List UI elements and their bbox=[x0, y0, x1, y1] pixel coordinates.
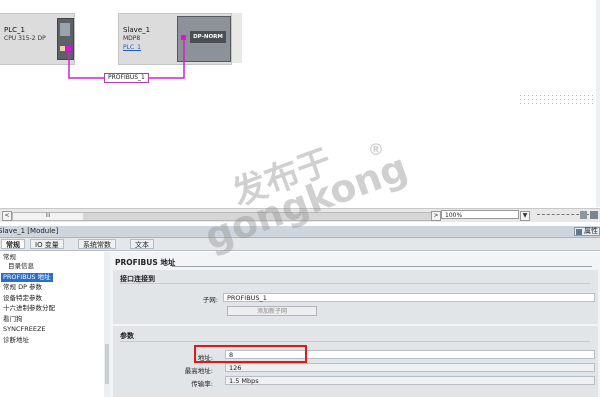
nav-item-general[interactable]: 常规 bbox=[3, 253, 16, 262]
properties-tab[interactable]: 属性 bbox=[574, 227, 600, 236]
profibus-label[interactable]: PROFIBUS_1 bbox=[104, 73, 149, 83]
inspector-title: Slave_1 [Module] bbox=[0, 227, 59, 235]
watermark-mark: ® bbox=[368, 140, 384, 159]
overview-icon[interactable] bbox=[590, 211, 598, 219]
subnet-select[interactable]: PROFIBUS_1 bbox=[223, 293, 595, 302]
nav-item-catalog-info[interactable]: 目录信息 bbox=[8, 262, 34, 271]
zoom-select[interactable]: 100% bbox=[441, 210, 519, 219]
tab-io-tags[interactable]: IO 变量 bbox=[30, 239, 64, 249]
page-title: PROFIBUS 地址 bbox=[115, 258, 176, 267]
transmission-rate-label: 传输率: bbox=[191, 380, 213, 388]
nav-item-general-dp-params[interactable]: 常规 DP 参数 bbox=[3, 283, 42, 292]
inspector-content: PROFIBUS 地址 接口连接到 子网: PROFIBUS_1 添加新子网 参… bbox=[110, 252, 600, 397]
address-highlight-box bbox=[194, 345, 307, 363]
properties-label: 属性 bbox=[584, 227, 598, 235]
highest-address-label: 最高地址: bbox=[184, 367, 213, 375]
nav-item-syncfreeze[interactable]: SYNCFREEZE bbox=[3, 325, 46, 334]
nav-item-diag-address[interactable]: 诊断地址 bbox=[3, 336, 29, 345]
subnet-label: 子网: bbox=[202, 296, 218, 304]
tab-texts[interactable]: 文本 bbox=[130, 239, 154, 249]
nav-item-device-params[interactable]: 设备特定参数 bbox=[3, 294, 42, 303]
params-section-title: 参数 bbox=[120, 332, 134, 340]
properties-icon bbox=[576, 229, 582, 235]
zoom-slider-handle[interactable] bbox=[580, 211, 587, 219]
tab-system-constants[interactable]: 系统常数 bbox=[78, 239, 116, 249]
zoom-dropdown-icon[interactable]: ▼ bbox=[520, 211, 530, 221]
vertical-scrollbar[interactable] bbox=[596, 0, 600, 207]
scroll-left-button[interactable]: < bbox=[2, 211, 12, 221]
scroll-right-button[interactable]: > bbox=[431, 211, 441, 221]
nav-item-watchdog[interactable]: 看门狗 bbox=[3, 315, 23, 324]
inspector-nav: 常规 目录信息 PROFIBUS 地址 常规 DP 参数 设备特定参数 十六进制… bbox=[0, 252, 105, 397]
nav-item-hex-params[interactable]: 十六进制参数分配 bbox=[3, 304, 55, 313]
scroll-thumb[interactable]: III bbox=[13, 213, 83, 220]
nav-item-profibus-address[interactable]: PROFIBUS 地址 bbox=[1, 273, 53, 282]
tab-general[interactable]: 常规 bbox=[1, 239, 25, 249]
add-subnet-button[interactable]: 添加新子网 bbox=[227, 306, 317, 316]
highest-address-field: 126 bbox=[225, 363, 595, 372]
transmission-rate-field: 1.5 Mbps bbox=[225, 376, 595, 385]
nav-scroll-thumb[interactable] bbox=[105, 344, 109, 384]
inspector-titlebar: Slave_1 [Module] 属性 bbox=[0, 226, 600, 238]
inspector-tabs: 常规 IO 变量 系统常数 文本 bbox=[0, 238, 600, 251]
